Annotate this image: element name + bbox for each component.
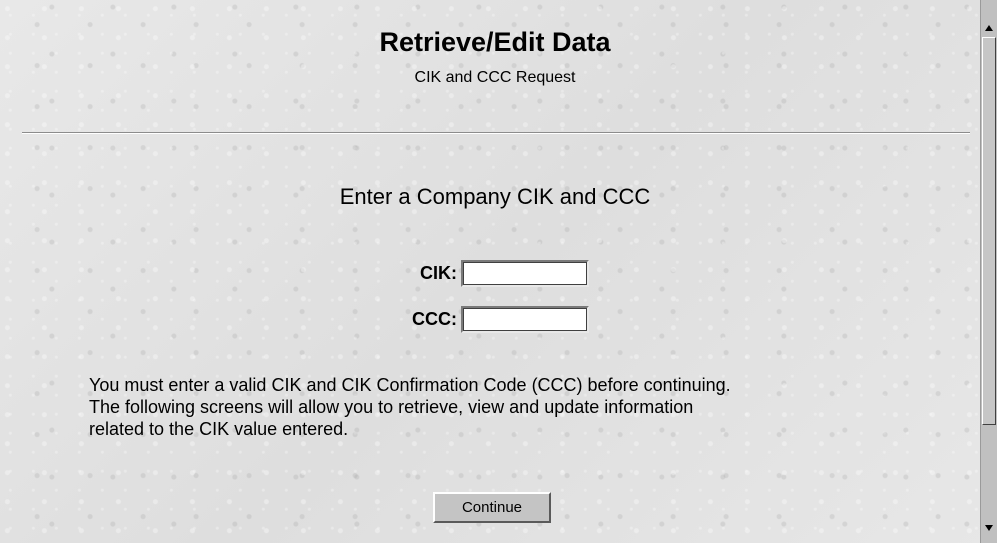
scroll-thumb[interactable] <box>982 37 996 425</box>
vertical-scrollbar[interactable] <box>980 0 997 543</box>
instructions-line: You must enter a valid CIK and CIK Confi… <box>89 375 731 395</box>
triangle-up-icon <box>985 25 993 31</box>
instructions-text: You must enter a valid CIK and CIK Confi… <box>89 374 959 440</box>
scroll-down-button[interactable] <box>981 520 997 536</box>
page-content: Retrieve/Edit Data CIK and CCC Request E… <box>0 0 980 543</box>
instructions-line: The following screens will allow you to … <box>89 397 694 417</box>
ccc-input[interactable] <box>461 305 589 333</box>
form-heading: Enter a Company CIK and CCC <box>339 184 651 209</box>
ccc-field-row: CCC: <box>380 303 589 335</box>
cik-label: CIK: <box>420 262 457 283</box>
ccc-label: CCC: <box>412 308 457 329</box>
cik-field-row: CIK: <box>380 257 589 289</box>
cik-input[interactable] <box>461 259 589 287</box>
page-subtitle: CIK and CCC Request <box>414 69 576 86</box>
instructions-line: related to the CIK value entered. <box>89 419 349 439</box>
scroll-up-button[interactable] <box>981 20 997 36</box>
triangle-down-icon <box>985 525 993 531</box>
continue-button[interactable]: Continue <box>433 492 551 523</box>
horizontal-divider <box>22 132 970 134</box>
page-title: Retrieve/Edit Data <box>379 27 611 57</box>
